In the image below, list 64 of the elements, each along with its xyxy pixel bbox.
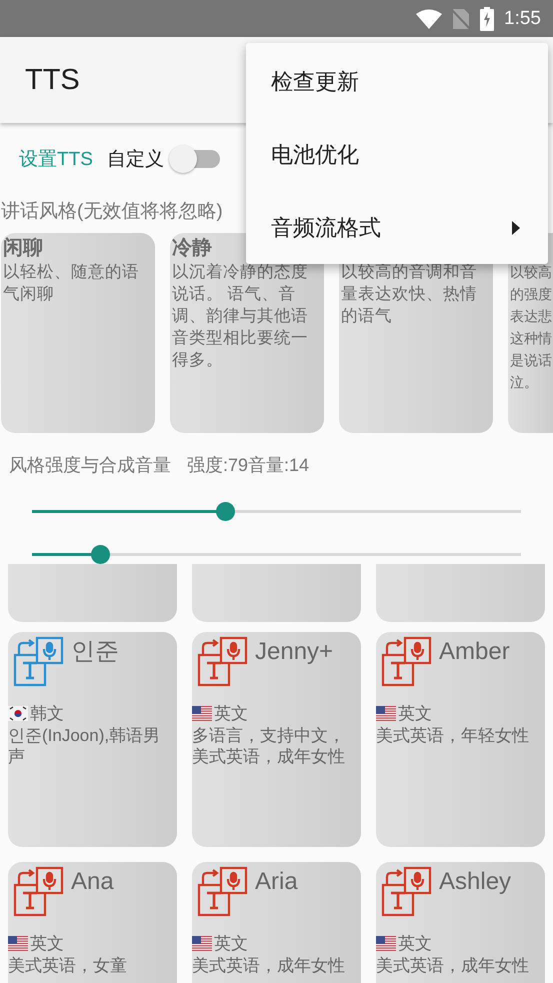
voice-card[interactable] [8, 564, 177, 622]
style-description: 以沉着冷静的态度说话。 语气、音调、韵律与其他语音类型相比要统一得多。 [172, 262, 309, 371]
language-label: 英文 [214, 703, 248, 725]
text-to-speech-icon [13, 636, 65, 688]
voice-description: 多语言，支持中文，美式英语，成年女性 [192, 725, 346, 767]
voice-name: Aria [255, 868, 298, 896]
voice-name: Ashley [439, 868, 512, 896]
flag-icon [192, 706, 212, 721]
set-tts-link[interactable]: 设置TTS [19, 146, 93, 172]
voice-description: 인준(InJoon),韩语男声 [8, 725, 162, 767]
wifi-icon [416, 8, 442, 28]
flag-icon [376, 936, 396, 951]
app-title: TTS [25, 64, 80, 96]
flag-icon [8, 706, 28, 721]
battery-charging-icon [480, 6, 494, 30]
voice-description: 美式英语，成年女性 [376, 955, 530, 976]
voice-description: 美式英语，年轻女性 [376, 725, 530, 746]
voice-card[interactable]: Aria 英文 美式英语，成年女性 [192, 862, 361, 983]
submenu-arrow-icon [512, 220, 520, 234]
voice-name: Amber [439, 638, 510, 666]
text-to-speech-icon [381, 866, 433, 918]
flag-icon [8, 936, 28, 951]
custom-switch[interactable] [168, 144, 222, 174]
text-to-speech-icon [13, 866, 65, 918]
voice-description: 美式英语，成年女性 [192, 955, 346, 976]
language-label: 英文 [398, 933, 432, 955]
strength-label: 风格强度与合成音量 [9, 454, 171, 477]
strength-reading: 强度:79音量:14 [187, 454, 310, 477]
style-description: 的强度 [510, 285, 553, 304]
voice-name: 인준 [71, 638, 119, 666]
voice-card[interactable]: Amber 英文 美式英语，年轻女性 [376, 632, 545, 847]
language-label: 韩文 [30, 703, 64, 725]
language-label: 英文 [398, 703, 432, 725]
style-title: 闲聊 [3, 236, 44, 261]
menu-item[interactable]: 检查更新 [246, 45, 548, 118]
clock-time: 1:55 [504, 8, 541, 30]
text-to-speech-icon [197, 866, 249, 918]
style-description: 泣。 [510, 373, 539, 392]
language-label: 英文 [30, 933, 64, 955]
style-title: 冷静 [172, 236, 213, 261]
style-description: 以轻松、随意的语气闲聊 [3, 262, 140, 305]
style-description: 表达悲 [510, 307, 553, 326]
text-to-speech-icon [197, 636, 249, 688]
flag-icon [192, 936, 212, 951]
section-heading: 讲话风格(无效值将将忽略) [0, 200, 224, 224]
language-label: 英文 [214, 933, 248, 955]
text-to-speech-icon [381, 636, 433, 688]
menu-item[interactable]: 电池优化 [246, 118, 548, 191]
style-description: 以较高 [510, 263, 553, 282]
voice-card[interactable] [376, 564, 545, 622]
style-description: 是说话 [510, 351, 553, 370]
voice-card[interactable]: 인준 韩文 인준(InJoon),韩语男声 [8, 632, 177, 847]
voice-description: 美式英语，女童 [8, 955, 128, 976]
style-description: 这种情 [510, 329, 553, 348]
voice-name: Jenny+ [255, 638, 334, 666]
voice-card[interactable]: Ashley 英文 美式英语，成年女性 [376, 862, 545, 983]
voice-card[interactable]: Jenny+ 英文 多语言，支持中文，美式英语，成年女性 [192, 632, 361, 847]
no-sim-icon [452, 8, 470, 30]
style-card[interactable]: 闲聊 以轻松、随意的语气闲聊 [1, 233, 155, 433]
flag-icon [376, 706, 396, 721]
voice-name: Ana [71, 868, 114, 896]
style-description: 以较高的音调和音量表达欢快、热情的语气 [341, 262, 478, 327]
voice-card[interactable]: Ana 英文 美式英语，女童 [8, 862, 177, 983]
switch-label: 自定义 [106, 148, 164, 172]
